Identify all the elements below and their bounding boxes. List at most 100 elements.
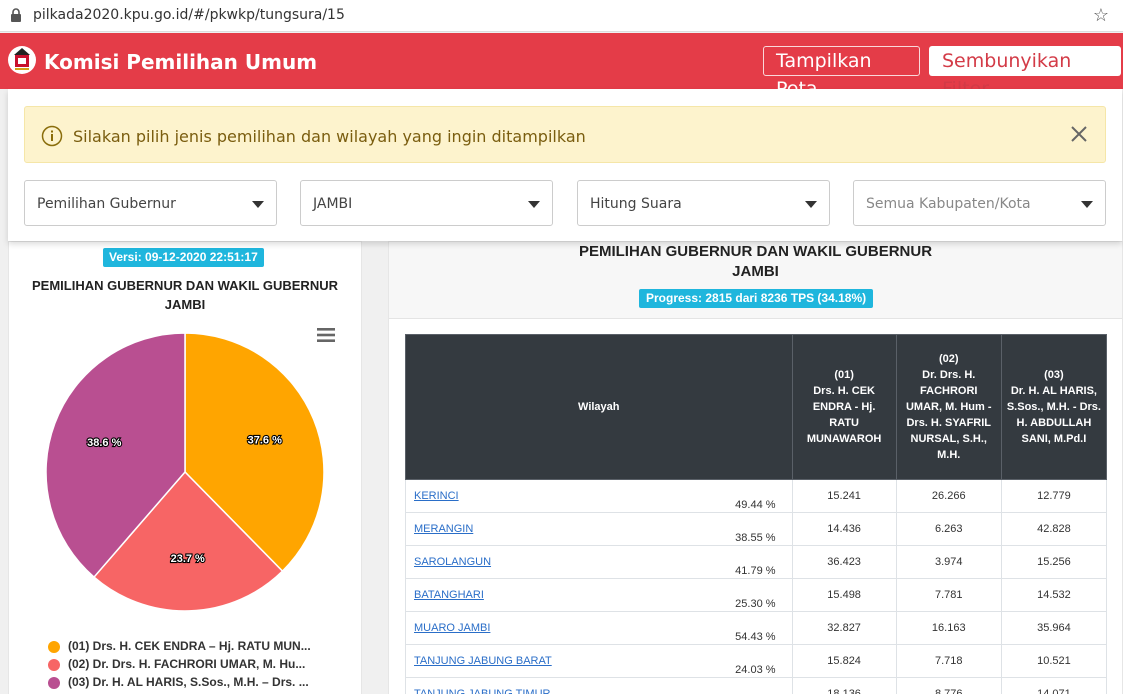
table-row: SAROLANGUN 41.79 % 36.423 3.974 15.256 [405,545,1108,579]
top-header: Komisi Pemilihan Umum Tampilkan Peta Sem… [0,33,1123,100]
chevron-down-icon [528,201,540,208]
legend-swatch [48,677,60,689]
votes-candidate-03: 10.521 [1000,644,1108,678]
region-link[interactable]: TANJUNG JABUNG TIMUR [414,688,551,694]
votes-candidate-01: 15.241 [791,479,897,513]
legend-swatch [48,659,60,671]
table-row: BATANGHARI 25.30 % 15.498 7.781 14.532 [405,578,1108,612]
results-card: PEMILIHAN GUBERNUR DAN WAKIL GUBERNUR JA… [388,241,1123,694]
col-header-wilayah: Wilayah [405,334,793,480]
votes-candidate-02: 8.776 [895,677,1002,694]
browser-address-bar[interactable]: pilkada2020.kpu.go.id/#/pkwkp/tungsura/1… [0,0,1123,32]
wilayah-cell: MERANGIN 38.55 % [405,512,793,546]
chart-title-line1: PEMILIHAN GUBERNUR DAN WAKIL GUBERNUR [32,278,338,293]
hide-filter-button[interactable]: Sembunyikan Filter [929,46,1121,100]
region-link[interactable]: MUARO JAMBI [414,622,490,634]
region-link[interactable]: SAROLANGUN [414,556,491,568]
chevron-down-icon [252,201,264,208]
votes-candidate-01: 18.136 [791,677,897,694]
votes-candidate-02: 7.781 [895,578,1002,612]
results-title-line2: JAMBI [732,263,779,280]
col-header-candidate-03: (03) Dr. H. AL HARIS, S.Sos., M.H. - Drs… [1000,334,1108,480]
info-icon [41,125,63,147]
candidate-03-no: (03) [1044,369,1064,381]
participation-pct: 54.43 % [735,631,776,643]
votes-candidate-03: 14.532 [1000,578,1108,612]
data-type-value: Hitung Suara [590,196,682,212]
results-title: PEMILIHAN GUBERNUR DAN WAKIL GUBERNUR JA… [389,242,1122,282]
results-table: Wilayah (01) Drs. H. CEK ENDRA - Hj. RAT… [405,334,1108,694]
province-value: JAMBI [313,196,353,212]
chevron-down-icon [1081,201,1093,208]
col-header-candidate-01: (01) Drs. H. CEK ENDRA - Hj. RATU MUNAWA… [791,334,897,480]
wilayah-cell: TANJUNG JABUNG TIMUR32.20 % [405,677,793,694]
results-title-line1: PEMILIHAN GUBERNUR DAN WAKIL GUBERNUR [578,243,933,260]
progress-badge: Progress: 2815 dari 8236 TPS (34.18%) [639,289,874,308]
votes-candidate-01: 36.423 [791,545,897,579]
candidate-02-no: (02) [938,353,959,365]
data-type-select[interactable]: Hitung Suara [577,180,830,226]
bookmark-star-icon[interactable]: ☆ [1093,5,1109,26]
candidate-03-name: Dr. H. AL HARIS, S.Sos., M.H. - Drs. H. … [1006,385,1101,445]
chevron-down-icon [805,201,817,208]
table-row: TANJUNG JABUNG TIMUR32.20 %18.1368.77614… [405,677,1108,694]
legend-label: (02) Dr. Drs. H. FACHRORI UMAR, M. Hu... [68,657,306,671]
votes-candidate-03: 35.964 [1000,611,1108,645]
legend-label: (01) Drs. H. CEK ENDRA – Hj. RATU MUN... [68,639,311,653]
chart-card: Versi: 09-12-2020 22:51:17 PEMILIHAN GUB… [8,241,362,694]
chart-title-line2: JAMBI [164,297,206,312]
votes-candidate-01: 15.498 [791,578,897,612]
participation-pct: 24.03 % [735,664,776,676]
version-badge: Versi: 09-12-2020 22:51:17 [103,248,264,267]
election-type-value: Pemilihan Gubernur [37,196,176,212]
table-row: MUARO JAMBI 54.43 % 32.827 16.163 35.964 [405,611,1108,645]
votes-candidate-03: 14.071 [1000,677,1108,694]
candidate-02-name: Dr. Drs. H. FACHRORI UMAR, M. Hum - Drs.… [905,369,992,461]
province-select[interactable]: JAMBI [300,180,553,226]
votes-candidate-01: 15.824 [791,644,897,678]
votes-candidate-03: 42.828 [1000,512,1108,546]
col-header-candidate-02: (02) Dr. Drs. H. FACHRORI UMAR, M. Hum -… [895,334,1002,480]
participation-pct: 25.30 % [735,598,776,610]
wilayah-cell: TANJUNG JABUNG BARAT 24.03 % [405,644,793,678]
chart-title: PEMILIHAN GUBERNUR DAN WAKIL GUBERNUR JA… [9,276,361,314]
regency-select[interactable]: Semua Kabupaten/Kota [853,180,1106,226]
filter-panel: Silakan pilih jenis pemilihan dan wilaya… [8,89,1122,241]
votes-candidate-03: 12.779 [1000,479,1108,513]
pie-data-label: 37.6 % [248,434,282,446]
votes-candidate-02: 7.718 [895,644,1002,678]
kpu-logo-icon [8,46,36,74]
votes-candidate-02: 3.974 [895,545,1002,579]
votes-candidate-02: 6.263 [895,512,1002,546]
votes-candidate-01: 32.827 [791,611,897,645]
wilayah-cell: KERINCI 49.44 % [405,479,793,513]
wilayah-cell: BATANGHARI 25.30 % [405,578,793,612]
url-text[interactable]: pilkada2020.kpu.go.id/#/pkwkp/tungsura/1… [33,7,345,23]
table-row: TANJUNG JABUNG BARAT 24.03 % 15.824 7.718 10… [405,644,1108,678]
votes-candidate-02: 26.266 [895,479,1002,513]
pie-chart: 37.6 % 23.7 % 38.6 % [45,332,325,612]
results-header: PEMILIHAN GUBERNUR DAN WAKIL GUBERNUR JA… [389,242,1122,319]
app-title: Komisi Pemilihan Umum [44,50,318,74]
show-map-button[interactable]: Tampilkan Peta [763,46,920,100]
candidate-01-no: (01) [834,369,854,381]
table-row: MERANGIN 38.55 % 14.436 6.263 42.828 [405,512,1108,546]
wilayah-cell: MUARO JAMBI 54.43 % [405,611,793,645]
region-link[interactable]: TANJUNG JABUNG BARAT [414,655,552,667]
votes-candidate-01: 14.436 [791,512,897,546]
region-link[interactable]: KERINCI [414,490,459,502]
alert-message: Silakan pilih jenis pemilihan dan wilaya… [73,127,586,146]
election-type-select[interactable]: Pemilihan Gubernur [24,180,277,226]
regency-placeholder: Semua Kabupaten/Kota [866,196,1031,212]
votes-candidate-03: 15.256 [1000,545,1108,579]
legend-label: (03) Dr. H. AL HARIS, S.Sos., M.H. – Drs… [68,675,309,689]
pie-data-label: 23.7 % [171,553,205,565]
participation-pct: 49.44 % [735,499,776,511]
region-link[interactable]: BATANGHARI [414,589,484,601]
pie-data-label: 38.6 % [87,437,121,449]
participation-pct: 38.55 % [735,532,776,544]
participation-pct: 41.79 % [735,565,776,577]
region-link[interactable]: MERANGIN [414,523,473,535]
lock-icon [11,8,21,22]
close-icon[interactable] [1069,124,1089,144]
